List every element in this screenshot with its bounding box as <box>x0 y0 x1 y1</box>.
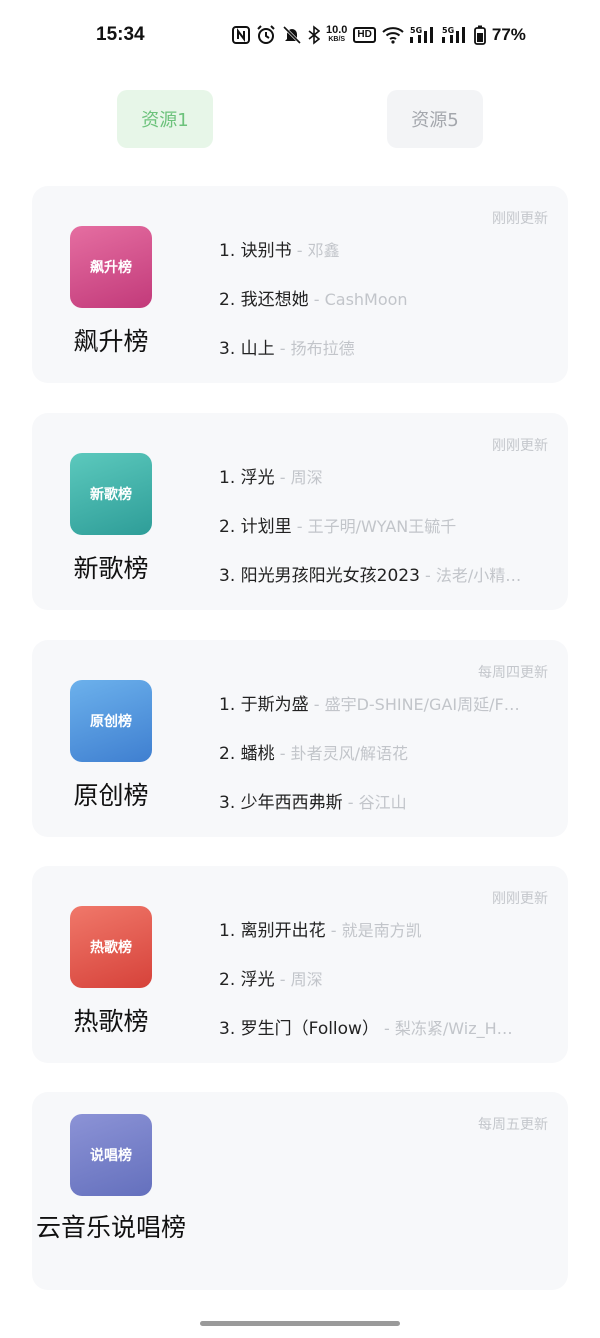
status-bar: 15:34 10.0 KB/S HD 5G 5G 77% <box>0 0 600 70</box>
song-title: 蟠桃 <box>240 744 275 764</box>
chart-name: 飙升榜 <box>73 327 149 356</box>
song-list: 1. 诀别书 - 邓鑫 2. 我还想她 - CashMoon 3. 山上 - 扬… <box>219 236 564 383</box>
song-item[interactable]: 2. 蟠桃 - 卦者灵风/解语花 <box>219 739 564 788</box>
hd-icon: HD <box>353 23 376 47</box>
song-item[interactable]: 2. 计划里 - 王子明/WYAN王毓千 <box>219 512 564 561</box>
chart-cover-label: 飙升榜 <box>90 260 132 276</box>
chart-cover-label: 热歌榜 <box>90 940 132 956</box>
tab-source-1[interactable]: 资源1 <box>117 90 213 148</box>
song-artist: - 谷江山 <box>342 793 407 812</box>
nfc-icon <box>232 23 250 47</box>
song-item[interactable]: 1. 离别开出花 - 就是南方凯 <box>219 916 564 965</box>
song-list: 1. 于斯为盛 - 盛宇D-SHINE/GAI周延/F… 2. 蟠桃 - 卦者灵… <box>219 690 564 837</box>
song-title: 于斯为盛 <box>240 695 309 715</box>
song-title: 浮光 <box>240 970 275 990</box>
mute-icon <box>282 23 302 47</box>
chart-cover-label: 新歌榜 <box>90 487 132 503</box>
status-time: 15:34 <box>96 24 145 45</box>
song-artist: - 周深 <box>274 468 323 487</box>
song-artist: - 王子明/WYAN王毓千 <box>291 517 457 536</box>
song-title: 我还想她 <box>240 290 309 310</box>
svg-text:5G: 5G <box>410 26 422 35</box>
song-item[interactable]: 3. 少年西西弗斯 - 谷江山 <box>219 788 564 837</box>
wifi-icon <box>382 23 404 47</box>
chart-card-soaring[interactable]: 飙升榜 飙升榜 刚刚更新 1. 诀别书 - 邓鑫 2. 我还想她 - CashM… <box>32 186 568 383</box>
chart-update-status: 每周四更新 <box>478 665 548 681</box>
chart-card-hot-songs[interactable]: 热歌榜 热歌榜 刚刚更新 1. 离别开出花 - 就是南方凯 2. 浮光 - 周深… <box>32 866 568 1063</box>
song-title: 山上 <box>240 339 275 359</box>
chart-cover: 说唱榜 <box>70 1114 152 1196</box>
song-artist: - 邓鑫 <box>291 241 340 260</box>
song-title: 阳光男孩阳光女孩2023 <box>240 566 420 586</box>
chart-update-status: 刚刚更新 <box>492 438 548 454</box>
song-title: 离别开出花 <box>240 921 326 941</box>
chart-cover-label: 原创榜 <box>90 714 132 730</box>
chart-cover: 原创榜 <box>70 680 152 762</box>
status-icons: 10.0 KB/S HD 5G 5G 77% <box>232 22 526 48</box>
song-item[interactable]: 1. 浮光 - 周深 <box>219 463 564 512</box>
song-list: 1. 离别开出花 - 就是南方凯 2. 浮光 - 周深 3. 罗生门（Follo… <box>219 916 564 1063</box>
battery-percent: 77% <box>491 25 526 44</box>
chart-card-original[interactable]: 原创榜 原创榜 每周四更新 1. 于斯为盛 - 盛宇D-SHINE/GAI周延/… <box>32 640 568 837</box>
song-list: 1. 浮光 - 周深 2. 计划里 - 王子明/WYAN王毓千 3. 阳光男孩阳… <box>219 463 564 610</box>
alarm-icon <box>256 23 276 47</box>
home-indicator[interactable] <box>200 1321 400 1326</box>
song-title: 计划里 <box>240 517 292 537</box>
song-item[interactable]: 2. 我还想她 - CashMoon <box>219 285 564 334</box>
song-artist: - 卦者灵风/解语花 <box>274 744 408 763</box>
network-speed: 10.0 KB/S <box>326 24 348 44</box>
song-item[interactable]: 3. 罗生门（Follow） - 梨冻紧/Wiz_H… <box>219 1014 564 1063</box>
song-item[interactable]: 3. 阳光男孩阳光女孩2023 - 法老/小精… <box>219 561 564 610</box>
chart-update-status: 每周五更新 <box>478 1117 548 1133</box>
song-artist: - 扬布拉德 <box>274 339 355 358</box>
song-title: 诀别书 <box>240 241 292 261</box>
song-item[interactable]: 2. 浮光 - 周深 <box>219 965 564 1014</box>
battery-icon <box>473 23 486 47</box>
svg-text:5G: 5G <box>442 26 454 35</box>
chart-name: 原创榜 <box>73 781 149 810</box>
song-artist: - CashMoon <box>308 290 408 309</box>
chart-update-status: 刚刚更新 <box>492 211 548 227</box>
chart-name: 新歌榜 <box>73 554 149 583</box>
song-item[interactable]: 1. 诀别书 - 邓鑫 <box>219 236 564 285</box>
chart-card-new-songs[interactable]: 新歌榜 新歌榜 刚刚更新 1. 浮光 - 周深 2. 计划里 - 王子明/WYA… <box>32 413 568 610</box>
song-title: 少年西西弗斯 <box>240 793 343 813</box>
chart-update-status: 刚刚更新 <box>492 891 548 907</box>
song-artist: - 周深 <box>274 970 323 989</box>
song-title: 罗生门（Follow） <box>240 1019 379 1039</box>
chart-cover-label: 说唱榜 <box>90 1148 132 1164</box>
song-title: 浮光 <box>240 468 275 488</box>
chart-cover: 新歌榜 <box>70 453 152 535</box>
song-artist: - 梨冻紧/Wiz_H… <box>378 1019 513 1038</box>
tab-source-5[interactable]: 资源5 <box>387 90 483 148</box>
song-artist: - 盛宇D-SHINE/GAI周延/F… <box>308 695 520 714</box>
bluetooth-icon <box>308 23 320 47</box>
chart-cover: 飙升榜 <box>70 226 152 308</box>
chart-name: 热歌榜 <box>73 1007 149 1036</box>
song-artist: - 法老/小精… <box>419 566 522 585</box>
song-item[interactable]: 3. 山上 - 扬布拉德 <box>219 334 564 383</box>
chart-card-rap[interactable]: 说唱榜 云音乐说唱榜 每周五更新 <box>32 1092 568 1290</box>
song-artist: - 就是南方凯 <box>325 921 422 940</box>
signal-5g-icon: 5G <box>409 23 436 47</box>
song-item[interactable]: 1. 于斯为盛 - 盛宇D-SHINE/GAI周延/F… <box>219 690 564 739</box>
chart-name: 云音乐说唱榜 <box>35 1213 186 1242</box>
chart-cover: 热歌榜 <box>70 906 152 988</box>
signal-5g-icon: 5G <box>441 23 468 47</box>
